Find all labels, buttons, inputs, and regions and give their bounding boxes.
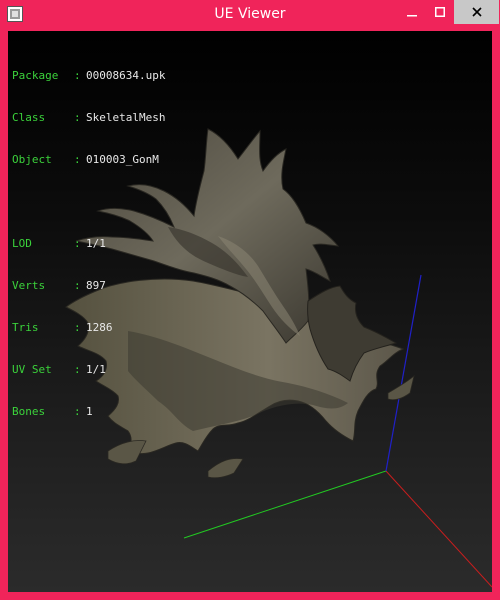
info-label: Package — [12, 69, 59, 82]
info-separator: : — [74, 69, 81, 82]
info-value: 1286 — [86, 321, 113, 334]
info-row-class: Class: SkeletalMesh — [12, 111, 165, 125]
maximize-button[interactable] — [427, 0, 453, 24]
info-row-package: Package:00008634.upk — [12, 69, 165, 83]
info-separator: : — [74, 279, 81, 292]
info-value: 00008634.upk — [86, 69, 166, 82]
info-value: 1/1 — [86, 363, 106, 376]
info-separator: : — [74, 405, 81, 418]
info-separator: : — [74, 153, 81, 166]
title-bar[interactable]: UE Viewer — [0, 0, 500, 30]
maximize-icon — [435, 7, 445, 17]
minimize-button[interactable] — [398, 0, 426, 24]
info-separator: : — [74, 237, 81, 250]
info-separator: : — [74, 111, 81, 124]
info-label: Verts — [12, 279, 46, 292]
3d-viewport[interactable]: Package:00008634.upk Class: SkeletalMesh … — [8, 31, 492, 592]
info-label: Object — [12, 153, 52, 166]
info-separator: : — [74, 321, 81, 334]
axis-y-line — [183, 470, 387, 539]
info-value: SkeletalMesh — [86, 111, 166, 124]
info-label: LOD — [12, 237, 32, 250]
axis-z-line — [385, 274, 422, 472]
info-value: 897 — [86, 279, 106, 292]
info-row-uvset: UV Set:1/1 — [12, 363, 165, 377]
info-label: Class — [12, 111, 46, 124]
close-button[interactable] — [454, 0, 499, 24]
info-label: Tris — [12, 321, 39, 334]
minimize-icon — [407, 15, 417, 17]
info-row-object: Object:010003_GonM — [12, 153, 165, 167]
info-row-lod: LOD:1/1 — [12, 237, 165, 251]
info-value: 1 — [86, 405, 93, 418]
info-value: 1/1 — [86, 237, 106, 250]
info-value: 010003_GonM — [86, 153, 159, 166]
mesh-info-panel: Package:00008634.upk Class: SkeletalMesh … — [12, 41, 165, 447]
info-label: Bones — [12, 405, 46, 418]
close-icon — [471, 7, 482, 17]
info-row-verts: Verts:897 — [12, 279, 165, 293]
info-row-bones: Bones:1 — [12, 405, 165, 419]
info-separator: : — [74, 363, 81, 376]
info-row-tris: Tris:1286 — [12, 321, 165, 335]
info-label: UV Set — [12, 363, 52, 376]
axis-x-line — [385, 470, 492, 588]
